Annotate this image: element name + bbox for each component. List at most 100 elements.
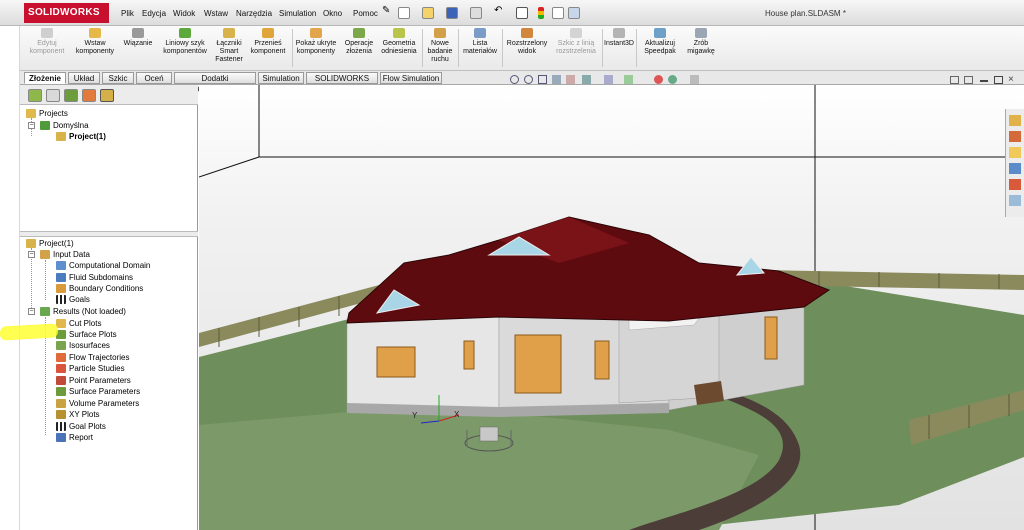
dynamic-annotation-icon[interactable] — [566, 75, 575, 84]
resources-icon[interactable] — [1009, 131, 1021, 142]
tree-label: Cut Plots — [69, 319, 102, 328]
house-model-view[interactable]: Y X — [199, 85, 1024, 530]
command-label: Pokaż ukryte komponenty — [295, 40, 337, 55]
menu-widok[interactable]: Widok — [173, 9, 195, 18]
apply-scene-icon[interactable] — [668, 75, 677, 84]
appearances-icon[interactable] — [1009, 179, 1021, 190]
explode-line-sketch-button[interactable]: Szkic z linią rozstrzelenia — [552, 28, 600, 56]
print-icon[interactable] — [470, 7, 482, 19]
close-icon[interactable]: × — [1008, 74, 1014, 85]
tab-dodatki[interactable]: Dodatki SOLIDWORKS — [174, 72, 256, 94]
tab-uklad[interactable]: Układ — [68, 72, 100, 84]
tab-flow-simulation[interactable]: Flow Simulation — [380, 72, 442, 84]
property-manager-tab-icon[interactable] — [46, 89, 60, 102]
show-hidden-button[interactable]: Pokaż ukryte komponenty — [294, 28, 338, 56]
zoom-to-fit-icon[interactable] — [510, 75, 519, 84]
undo-icon[interactable]: ↶ — [494, 5, 506, 17]
view-orientation-icon[interactable] — [582, 75, 591, 84]
select-cursor-icon[interactable] — [516, 7, 528, 19]
zoom-to-area-icon[interactable] — [524, 75, 533, 84]
file-properties-icon[interactable] — [552, 7, 564, 19]
insert-components-button[interactable]: Wstaw komponenty — [72, 28, 118, 56]
rebuild-icon[interactable] — [538, 7, 544, 19]
linear-pattern-button[interactable]: Liniowy szyk komponentów — [158, 28, 212, 56]
mate-button[interactable]: Wiązanie — [120, 28, 156, 48]
configuration-manager-tab-icon[interactable] — [64, 89, 78, 102]
dimxpert-tab-icon[interactable] — [82, 89, 96, 102]
menu-edycja[interactable]: Edycja — [142, 9, 166, 18]
move-component-button[interactable]: Przenieś komponent — [246, 28, 290, 56]
reference-geometry-button[interactable]: Geometria odniesienia — [378, 28, 420, 56]
options-icon[interactable] — [568, 7, 580, 19]
menu-pomoc[interactable]: Pomoc — [353, 9, 378, 18]
menu-wstaw[interactable]: Wstaw — [204, 9, 228, 18]
tab-ocen[interactable]: Oceń — [136, 72, 172, 84]
minimize-icon[interactable] — [980, 80, 988, 82]
tab-szkic[interactable]: Szkic — [102, 72, 134, 84]
tree-label: Flow Trajectories — [69, 353, 130, 362]
pin-icon[interactable]: ✎ — [382, 5, 392, 17]
hide-show-items-icon[interactable] — [624, 75, 633, 84]
snapshot-button[interactable]: Zrób migawkę — [684, 28, 718, 56]
feature-tree-tab-icon[interactable] — [28, 89, 42, 102]
open-folder-icon[interactable] — [422, 7, 434, 19]
edit-appearance-icon[interactable] — [654, 75, 663, 84]
solidworks-logo[interactable]: SOLIDWORKS — [24, 3, 109, 23]
particle-studies-icon — [56, 364, 66, 373]
task-pane-strip — [1005, 109, 1024, 217]
computational-domain-icon — [56, 261, 66, 270]
display-style-icon[interactable] — [604, 75, 613, 84]
custom-properties-icon[interactable] — [1009, 195, 1021, 206]
tab-simulation[interactable]: Simulation — [258, 72, 304, 84]
save-icon[interactable] — [446, 7, 458, 19]
panel-splitter[interactable] — [20, 231, 198, 237]
tile-view-icon[interactable] — [964, 76, 973, 84]
view-settings-icon[interactable] — [690, 75, 699, 84]
flow-simulation-tab-icon[interactable] — [100, 89, 114, 102]
menu-narzedzia[interactable]: Narzędzia — [236, 9, 272, 18]
edit-component-button[interactable]: Edytuj komponent — [26, 28, 68, 56]
command-label: Wstaw komponenty — [75, 40, 115, 55]
new-document-icon[interactable] — [398, 7, 410, 19]
graphics-area[interactable]: Y X — [199, 85, 1024, 530]
tree-label: Results (Not loaded) — [53, 307, 126, 316]
menu-plik[interactable]: Plik — [121, 9, 134, 18]
document-title: House plan.SLDASM * — [765, 9, 846, 18]
command-label: Geometria odniesienia — [381, 40, 417, 55]
results-icon — [40, 307, 50, 316]
collapse-icon[interactable]: − — [28, 251, 35, 258]
file-explorer-icon[interactable] — [1009, 163, 1021, 174]
separator — [458, 29, 459, 67]
view-heads-up-toolbar — [510, 75, 710, 85]
tab-solidworks-mbd[interactable]: SOLIDWORKS MBD — [306, 72, 378, 94]
smart-fastener-button[interactable]: Łączniki Smart Fastener — [214, 28, 244, 64]
move-component-icon — [262, 28, 274, 38]
split-view-icon[interactable] — [950, 76, 959, 84]
xy-plots-icon — [56, 410, 66, 419]
command-label: Rozstrzelony widok — [506, 40, 548, 55]
collapse-icon[interactable]: − — [28, 122, 35, 129]
previous-view-icon[interactable] — [538, 75, 547, 84]
linear-pattern-icon — [179, 28, 191, 38]
speedpak-button[interactable]: Aktualizuj Speedpak — [638, 28, 682, 56]
tree-line — [45, 260, 46, 300]
section-view-icon[interactable] — [552, 75, 561, 84]
exploded-view-button[interactable]: Rozstrzelony widok — [504, 28, 550, 56]
home-icon[interactable] — [1009, 115, 1021, 126]
collapse-icon[interactable]: − — [28, 308, 35, 315]
maximize-icon[interactable] — [994, 76, 1003, 84]
bill-of-materials-button[interactable]: Lista materiałów — [460, 28, 500, 56]
motion-study-button[interactable]: Nowe badanie ruchu — [424, 28, 456, 64]
command-manager: Edytuj komponent Wstaw komponenty Wiązan… — [20, 26, 1024, 71]
gable-vent — [735, 256, 765, 276]
tab-zlozenie[interactable]: Złożenie — [24, 72, 66, 84]
tree-label: Project(1) — [39, 239, 74, 248]
volume-parameters-icon — [56, 399, 66, 408]
menu-simulation[interactable]: Simulation — [279, 9, 316, 18]
menu-okno[interactable]: Okno — [323, 9, 342, 18]
snapshot-icon — [695, 28, 707, 38]
goal-plots-icon — [56, 422, 66, 431]
instant3d-button[interactable]: Instant3D — [604, 28, 634, 48]
assembly-features-button[interactable]: Operacje złożenia — [342, 28, 376, 56]
design-library-icon[interactable] — [1009, 147, 1021, 158]
